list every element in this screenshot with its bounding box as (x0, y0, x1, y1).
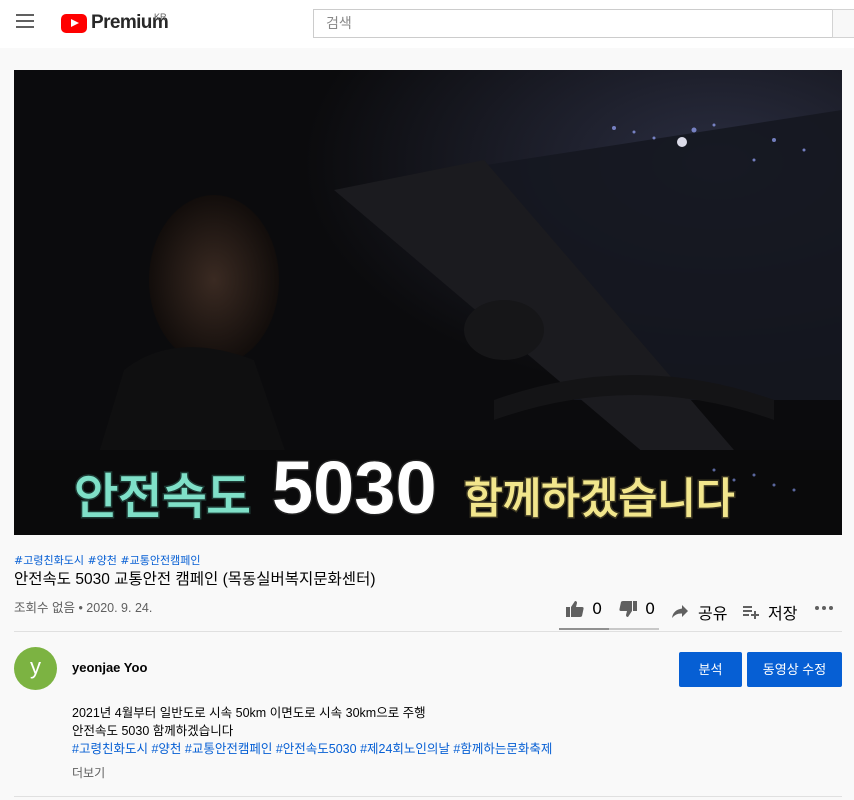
video-meta: 조회수 없음 • 2020. 9. 24. (14, 601, 153, 615)
avatar[interactable]: y (14, 647, 57, 690)
edit-video-button[interactable]: 동영상 수정 (747, 652, 842, 687)
description-line: 2021년 4월부터 일반도로 시속 50km 이면도로 시속 30km으로 주… (72, 706, 426, 720)
youtube-premium-logo[interactable]: Premium (61, 12, 169, 34)
hashtag-link[interactable]: #고령친화도시 (72, 742, 148, 756)
share-label: 공유 (698, 604, 728, 623)
description-hashtags: #고령친화도시 #양천 #교통안전캠페인 #안전속도5030 #제24회노인의날… (72, 738, 552, 757)
video-description: 2021년 4월부터 일반도로 시속 50km 이면도로 시속 30km으로 주… (72, 704, 426, 740)
divider (14, 631, 842, 632)
save-label: 저장 (768, 604, 798, 623)
save-button[interactable]: 저장 (743, 600, 797, 624)
hashtag-link[interactable]: #제24회노인의날 (360, 742, 450, 756)
thumbs-down-icon (619, 600, 637, 617)
more-actions-button[interactable] (815, 606, 833, 610)
dislike-button[interactable]: 0 (619, 599, 655, 618)
top-bar: Premium KR 검색 (0, 0, 854, 48)
region-code: KR (154, 12, 167, 22)
hashtag-list: #고령친화도시 #양천 #교통안전캠페인 (14, 552, 200, 568)
like-button[interactable]: 0 (566, 599, 602, 618)
search-input[interactable]: 검색 (313, 9, 833, 38)
sentiment-bar-fill (559, 628, 609, 630)
caption-part1: 안전속도 (74, 469, 251, 525)
hashtag-link[interactable]: #안전속도5030 (276, 742, 357, 756)
divider (14, 796, 842, 797)
show-more-button[interactable]: 더보기 (72, 764, 105, 781)
hashtag-link[interactable]: #교통안전캠페인 (120, 554, 200, 567)
share-button[interactable]: 공유 (672, 600, 727, 624)
video-title: 안전속도 5030 교통안전 캠페인 (목동실버복지문화센터) (14, 571, 376, 588)
dislike-count: 0 (645, 599, 656, 618)
caption-number: 5030 (272, 446, 437, 529)
search-button[interactable] (832, 9, 854, 38)
hashtag-link[interactable]: #고령친화도시 (14, 554, 84, 567)
hashtag-link[interactable]: #양천 (87, 554, 116, 567)
caption-part2: 함께하겠습니다 (464, 474, 735, 523)
like-count: 0 (592, 599, 603, 618)
thumbs-up-icon (566, 600, 584, 617)
more-horiz-icon (815, 606, 833, 610)
play-logo-icon (61, 13, 87, 33)
hashtag-link[interactable]: #양천 (151, 742, 181, 756)
hamburger-menu-icon[interactable] (16, 14, 34, 28)
analytics-button[interactable]: 분석 (679, 652, 742, 687)
share-icon (672, 605, 688, 618)
video-caption: 안전속도 5030 함께하겠습니다 (73, 445, 737, 531)
playlist-add-icon (743, 606, 759, 619)
channel-name[interactable]: yeonjae Yoo (72, 660, 147, 675)
hashtag-link[interactable]: #교통안전캠페인 (185, 742, 272, 756)
hashtag-link[interactable]: #함께하는문화축제 (453, 742, 552, 756)
video-player[interactable]: 안전속도 5030 함께하겠습니다 (14, 70, 842, 535)
